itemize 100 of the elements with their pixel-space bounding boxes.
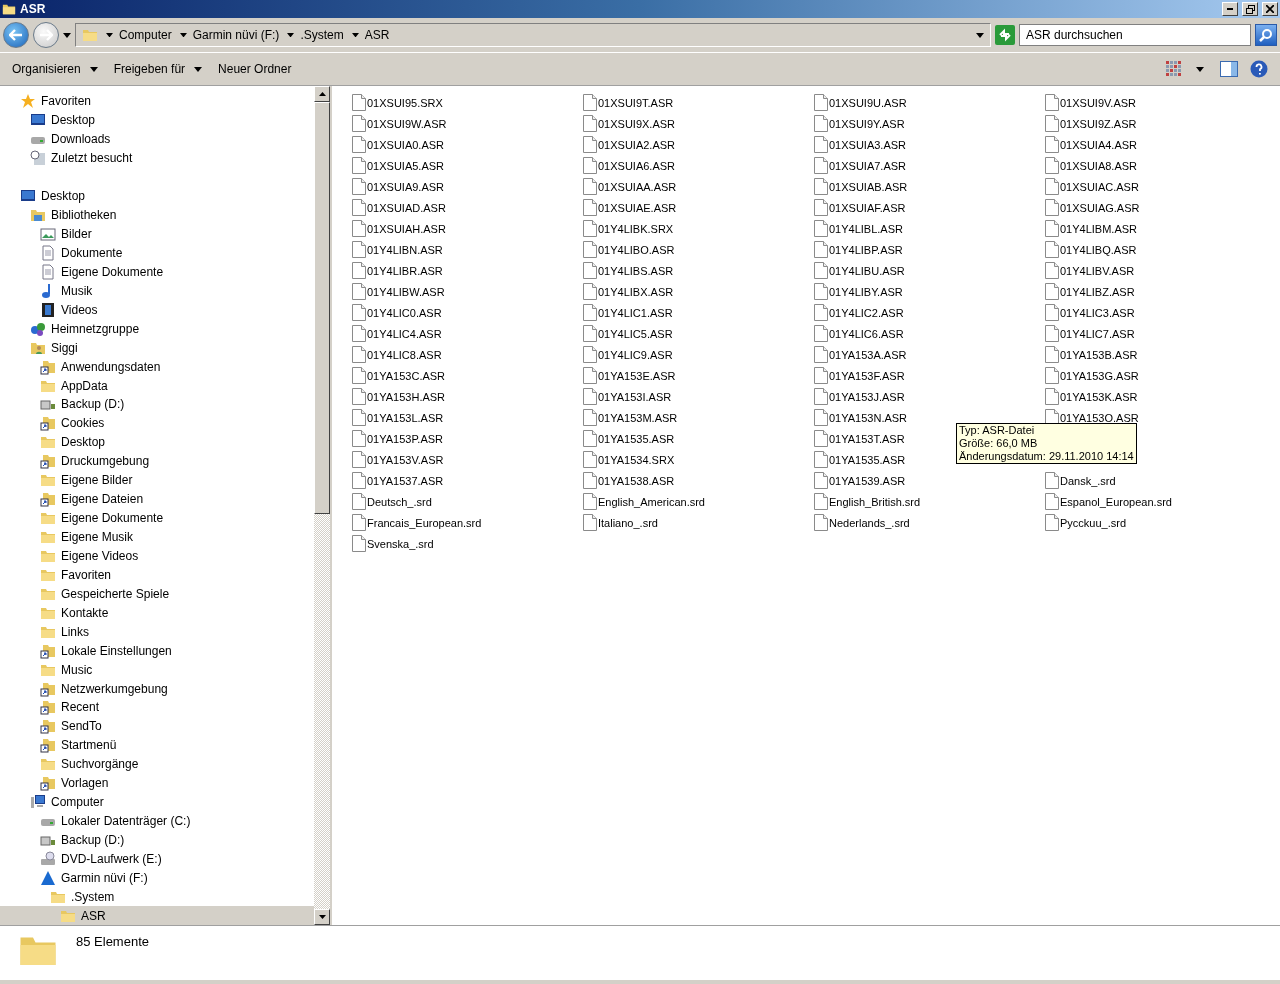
- file-item[interactable]: 01YA153B.ASR: [1045, 344, 1138, 365]
- tree-item[interactable]: .System: [0, 887, 314, 907]
- file-item[interactable]: 01Y4LIBS.ASR: [583, 260, 674, 281]
- tree-item[interactable]: Desktop: [0, 432, 314, 452]
- refresh-icon[interactable]: [995, 25, 1015, 45]
- file-item[interactable]: English_American.srd: [583, 491, 705, 512]
- file-item[interactable]: 01Y4LIBR.ASR: [352, 260, 443, 281]
- file-item[interactable]: 01Y4LIBN.ASR: [352, 239, 443, 260]
- scrollbar[interactable]: [314, 86, 330, 925]
- file-item[interactable]: 01Y4LIC9.ASR: [583, 344, 673, 365]
- file-item[interactable]: 01XSUIA5.ASR: [352, 155, 445, 176]
- file-item[interactable]: 01Y4LIC0.ASR: [352, 302, 442, 323]
- toolbar-button[interactable]: Organisieren: [4, 56, 106, 82]
- tree-item[interactable]: Heimnetzgruppe: [0, 319, 314, 339]
- file-item[interactable]: 01Y4LIBQ.ASR: [1045, 239, 1137, 260]
- tree-item[interactable]: Videos: [0, 300, 314, 320]
- file-item[interactable]: 01XSUI9W.ASR: [352, 113, 447, 134]
- tree-item[interactable]: Eigene Dokumente: [0, 508, 314, 528]
- file-item[interactable]: Pycckuu_.srd: [1045, 512, 1127, 533]
- file-item[interactable]: Espanol_European.srd: [1045, 491, 1172, 512]
- file-item[interactable]: 01Y4LIBL.ASR: [814, 218, 903, 239]
- tree-item[interactable]: Eigene Dateien: [0, 489, 314, 509]
- tree-item[interactable]: Gespeicherte Spiele: [0, 584, 314, 604]
- file-item[interactable]: 01XSUIA3.ASR: [814, 134, 907, 155]
- tree-item[interactable]: Favoriten: [0, 92, 314, 111]
- file-item[interactable]: 01XSUI95.SRX: [352, 92, 443, 113]
- tree-item[interactable]: Downloads: [0, 129, 314, 149]
- tree-item[interactable]: AppData: [0, 376, 314, 395]
- file-item[interactable]: 01XSUI9V.ASR: [1045, 92, 1137, 113]
- file-item[interactable]: 01YA1539.ASR: [814, 470, 906, 491]
- file-item[interactable]: 01Y4LIBY.ASR: [814, 281, 903, 302]
- file-item[interactable]: 01YA153T.ASR: [814, 428, 905, 449]
- file-item[interactable]: 01XSUI9Z.ASR: [1045, 113, 1137, 134]
- tree-item[interactable]: Eigene Videos: [0, 546, 314, 566]
- tree-item[interactable]: Lokaler Datenträger (C:): [0, 811, 314, 831]
- scroll-up-icon[interactable]: [318, 92, 326, 96]
- toolbar-button[interactable]: Freigeben für: [105, 56, 211, 82]
- file-item[interactable]: 01XSUIAC.ASR: [1045, 176, 1139, 197]
- file-item[interactable]: 01YA153I.ASR: [583, 386, 672, 407]
- file-item[interactable]: English_British.srd: [814, 491, 921, 512]
- preview-pane-icon[interactable]: [1220, 61, 1238, 77]
- file-item[interactable]: 01YA153F.ASR: [814, 365, 905, 386]
- tree-item[interactable]: Desktop: [0, 110, 314, 130]
- file-item[interactable]: 01XSUI9U.ASR: [814, 92, 907, 113]
- breadcrumb[interactable]: Computer: [106, 28, 172, 42]
- file-item[interactable]: 01XSUIAB.ASR: [814, 176, 908, 197]
- file-item[interactable]: 01Y4LIBO.ASR: [583, 239, 675, 260]
- back-button[interactable]: [3, 22, 29, 48]
- file-item[interactable]: 01Y4LIC5.ASR: [583, 323, 673, 344]
- file-item[interactable]: 01YA1538.ASR: [583, 470, 675, 491]
- tree-item[interactable]: Cookies: [0, 413, 314, 433]
- breadcrumb[interactable]: ASR: [351, 28, 390, 42]
- file-item[interactable]: Dansk_.srd: [1045, 470, 1116, 491]
- file-item[interactable]: 01YA153J.ASR: [814, 386, 905, 407]
- tree-item[interactable]: Recent: [0, 698, 314, 717]
- file-item[interactable]: 01YA153P.ASR: [352, 428, 444, 449]
- file-item[interactable]: 01Y4LIC7.ASR: [1045, 323, 1135, 344]
- file-item[interactable]: 01YA1534.SRX: [583, 449, 675, 470]
- tree-item[interactable]: Suchvorgänge: [0, 754, 314, 774]
- tree-item[interactable]: Computer: [0, 792, 314, 812]
- tree-item[interactable]: Netzwerkumgebung: [0, 679, 314, 698]
- tree-item[interactable]: DVD-Laufwerk (E:): [0, 849, 314, 869]
- file-item[interactable]: 01Y4LIC3.ASR: [1045, 302, 1135, 323]
- file-item[interactable]: Italiano_.srd: [583, 512, 658, 533]
- view-grid-icon[interactable]: [1166, 61, 1182, 77]
- file-item[interactable]: 01Y4LIBV.ASR: [1045, 260, 1135, 281]
- forward-button[interactable]: [33, 22, 59, 48]
- file-item[interactable]: 01XSUIAF.ASR: [814, 197, 906, 218]
- file-item[interactable]: 01YA153M.ASR: [583, 407, 678, 428]
- breadcrumb[interactable]: .System: [287, 28, 344, 42]
- file-item[interactable]: 01YA1537.ASR: [352, 470, 444, 491]
- file-item[interactable]: 01XSUIAG.ASR: [1045, 197, 1140, 218]
- search-button[interactable]: [1255, 24, 1277, 46]
- file-item[interactable]: 01XSUIAH.ASR: [352, 218, 446, 239]
- tree-item[interactable]: Druckumgebung: [0, 451, 314, 471]
- file-item[interactable]: 01XSUIA8.ASR: [1045, 155, 1138, 176]
- breadcrumb[interactable]: Garmin nüvi (F:): [179, 28, 280, 42]
- tree-item[interactable]: Favoriten: [0, 565, 314, 585]
- file-item[interactable]: 01XSUIA0.ASR: [352, 134, 445, 155]
- file-item[interactable]: Svenska_.srd: [352, 533, 434, 554]
- tree-item[interactable]: Backup (D:): [0, 395, 314, 414]
- file-item[interactable]: 01YA153V.ASR: [352, 449, 444, 470]
- file-item[interactable]: Nederlands_.srd: [814, 512, 910, 533]
- minimize-button[interactable]: [1222, 2, 1238, 16]
- file-item[interactable]: 01Y4LIC2.ASR: [814, 302, 904, 323]
- tree-item[interactable]: Vorlagen: [0, 773, 314, 793]
- file-item[interactable]: 01Y4LIC8.ASR: [352, 344, 442, 365]
- file-item[interactable]: 01YA153N.ASR: [814, 407, 908, 428]
- tree-item[interactable]: Musik: [0, 281, 314, 301]
- file-item[interactable]: 01Y4LIBX.ASR: [583, 281, 674, 302]
- tree-item[interactable]: Lokale Einstellungen: [0, 641, 314, 661]
- file-item[interactable]: 01YA153C.ASR: [352, 365, 446, 386]
- help-icon[interactable]: [1250, 60, 1268, 78]
- address-bar[interactable]: Computer Garmin nüvi (F:) .System ASR: [75, 23, 991, 47]
- file-item[interactable]: 01XSUIA2.ASR: [583, 134, 676, 155]
- file-item[interactable]: 01YA153H.ASR: [352, 386, 446, 407]
- file-item[interactable]: 01XSUI9X.ASR: [583, 113, 676, 134]
- close-button[interactable]: [1262, 2, 1278, 16]
- tree-item[interactable]: Garmin nüvi (F:): [0, 868, 314, 888]
- scroll-down-icon[interactable]: [318, 915, 326, 919]
